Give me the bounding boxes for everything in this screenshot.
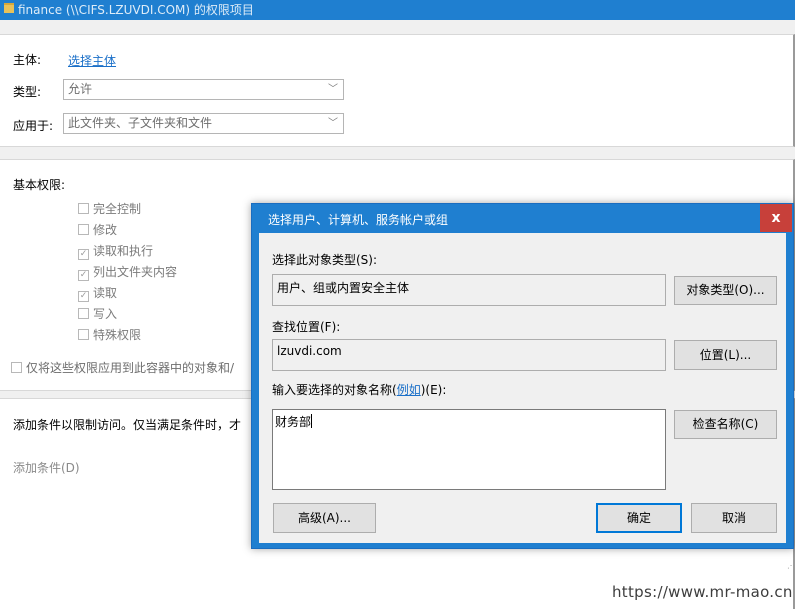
close-icon: x bbox=[771, 210, 781, 226]
conditions-description: 添加条件以限制访问。仅当满足条件时，才 bbox=[13, 418, 242, 432]
permission-label: 写入 bbox=[93, 307, 118, 321]
object-names-label-suffix: )(E): bbox=[420, 383, 447, 397]
dialog-body: 选择此对象类型(S): 用户、组或内置安全主体 对象类型(O)... 查找位置(… bbox=[259, 233, 795, 570]
object-type-field: 用户、组或内置安全主体 bbox=[272, 274, 666, 306]
spacer bbox=[0, 20, 795, 34]
select-users-dialog: 选择用户、计算机、服务帐户或组 x 选择此对象类型(S): 用户、组或内置安全主… bbox=[251, 203, 795, 570]
examples-link[interactable]: 例如 bbox=[397, 383, 421, 397]
watermark-text: https://www.mr-mao.cn bbox=[612, 583, 793, 601]
apply-only-label: 仅将这些权限应用到此容器中的对象和/ bbox=[26, 361, 235, 375]
permission-special[interactable]: 特殊权限 bbox=[78, 326, 141, 344]
object-types-button[interactable]: 对象类型(O)... bbox=[674, 276, 777, 305]
object-names-value: 财务部 bbox=[275, 415, 312, 429]
applies-to-combobox[interactable]: 此文件夹、子文件夹和文件 ﹀ bbox=[63, 113, 344, 134]
type-label: 类型: bbox=[13, 85, 42, 99]
permission-read-execute[interactable]: ✓ 读取和执行 bbox=[78, 242, 153, 260]
chevron-down-icon: ﹀ bbox=[328, 84, 338, 95]
permission-label: 读取 bbox=[93, 286, 118, 300]
permission-list-folder[interactable]: ✓ 列出文件夹内容 bbox=[78, 263, 177, 281]
permission-write[interactable]: 写入 bbox=[78, 305, 117, 323]
folder-icon bbox=[4, 3, 14, 13]
advanced-button[interactable]: 高级(A)... bbox=[273, 503, 376, 533]
applies-to-label: 应用于: bbox=[13, 119, 54, 133]
checkbox-checked[interactable]: ✓ bbox=[78, 270, 89, 281]
text-cursor bbox=[311, 414, 313, 428]
ok-button[interactable]: 确定 bbox=[596, 503, 682, 533]
location-field: lzuvdi.com bbox=[272, 339, 666, 371]
object-names-input[interactable]: 财务部 bbox=[272, 409, 666, 490]
permission-label: 特殊权限 bbox=[93, 328, 142, 342]
dialog-title: 选择用户、计算机、服务帐户或组 bbox=[268, 213, 449, 227]
permission-label: 修改 bbox=[93, 223, 118, 237]
location-label: 查找位置(F): bbox=[272, 320, 341, 334]
add-condition-link[interactable]: 添加条件(D) bbox=[13, 459, 80, 476]
permission-label: 完全控制 bbox=[93, 202, 142, 216]
checkbox[interactable] bbox=[78, 308, 89, 319]
basic-permissions-label: 基本权限: bbox=[13, 178, 66, 192]
principal-label: 主体: bbox=[13, 53, 42, 67]
checkbox-checked[interactable]: ✓ bbox=[78, 249, 89, 260]
check-names-button[interactable]: 检查名称(C) bbox=[674, 410, 777, 439]
permission-read[interactable]: ✓ 读取 bbox=[78, 284, 117, 302]
cancel-button[interactable]: 取消 bbox=[691, 503, 777, 533]
object-type-value: 用户、组或内置安全主体 bbox=[277, 281, 410, 295]
type-value: 允许 bbox=[68, 82, 93, 96]
object-names-label: 输入要选择的对象名称(例如)(E): bbox=[272, 381, 446, 398]
location-value: lzuvdi.com bbox=[277, 344, 342, 358]
select-principal-link[interactable]: 选择主体 bbox=[68, 52, 116, 69]
checkbox[interactable] bbox=[78, 203, 89, 214]
applies-to-value: 此文件夹、子文件夹和文件 bbox=[68, 116, 213, 130]
permission-label: 读取和执行 bbox=[93, 244, 154, 258]
checkbox[interactable] bbox=[11, 362, 22, 373]
permission-label: 列出文件夹内容 bbox=[93, 265, 178, 279]
spacer bbox=[0, 147, 795, 159]
close-button[interactable]: x bbox=[760, 204, 792, 232]
principal-panel: 主体: 选择主体 类型: 允许 ﹀ 应用于: 此文件夹、子文件夹和文件 ﹀ bbox=[0, 34, 795, 147]
object-names-label-prefix: 输入要选择的对象名称( bbox=[272, 383, 397, 397]
chevron-down-icon: ﹀ bbox=[328, 118, 338, 129]
object-type-label: 选择此对象类型(S): bbox=[272, 253, 378, 267]
type-combobox[interactable]: 允许 ﹀ bbox=[63, 79, 344, 100]
checkbox-checked[interactable]: ✓ bbox=[78, 291, 89, 302]
window-title: finance (\\CIFS.LZUVDI.COM) 的权限项目 bbox=[18, 3, 254, 17]
checkbox[interactable] bbox=[78, 224, 89, 235]
checkbox[interactable] bbox=[78, 329, 89, 340]
apply-only-container-option[interactable]: 仅将这些权限应用到此容器中的对象和/ bbox=[11, 359, 234, 377]
permission-full-control[interactable]: 完全控制 bbox=[78, 200, 141, 218]
permission-modify[interactable]: 修改 bbox=[78, 221, 117, 239]
resize-grip-icon[interactable]: ⋰ bbox=[787, 562, 795, 573]
locations-button[interactable]: 位置(L)... bbox=[674, 340, 777, 370]
